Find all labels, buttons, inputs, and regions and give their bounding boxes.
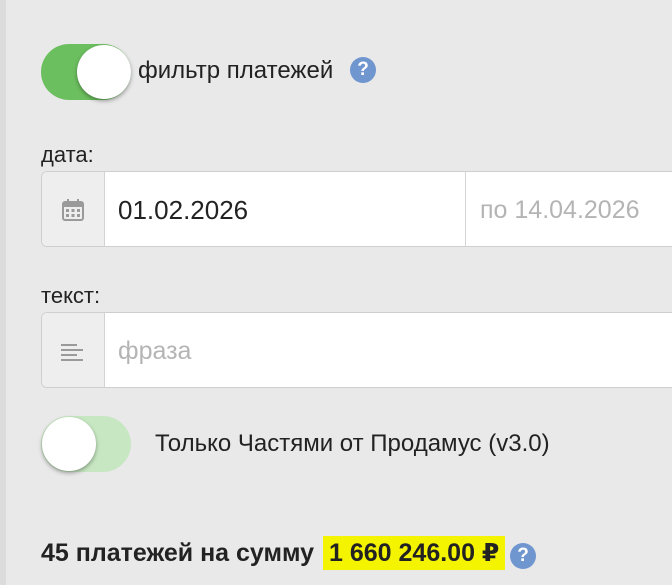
text-label: текст: bbox=[41, 283, 101, 308]
summary-amount: 1 660 246.00 ₽ bbox=[323, 536, 506, 570]
date-from-input[interactable]: 01.02.2026 bbox=[118, 195, 248, 226]
date-to-input[interactable]: по 14.04.2026 bbox=[480, 196, 640, 225]
payments-summary: 45 платежей на сумму 1 660 246.00 ₽ bbox=[41, 536, 506, 570]
installments-label: Только Частями от Продамус (v3.0) bbox=[155, 430, 550, 457]
installments-toggle[interactable] bbox=[41, 416, 131, 472]
toggle-knob bbox=[77, 45, 131, 99]
payments-filter-toggle[interactable] bbox=[41, 44, 131, 100]
text-phrase-input[interactable]: фраза bbox=[118, 337, 191, 366]
date-addon bbox=[42, 172, 105, 246]
payments-filter-label: фильтр платежей bbox=[138, 57, 334, 84]
filter-panel: фильтр платежей ? дата: 01.02.2026 по 14… bbox=[0, 0, 672, 585]
text-addon bbox=[42, 313, 105, 387]
calendar-icon bbox=[62, 199, 84, 221]
date-divider bbox=[465, 172, 466, 246]
text-search-field: фраза bbox=[41, 312, 672, 388]
summary-count-text: 45 платежей на сумму bbox=[41, 539, 315, 567]
date-label: дата: bbox=[41, 142, 94, 167]
help-icon[interactable]: ? bbox=[510, 543, 536, 569]
help-icon[interactable]: ? bbox=[350, 57, 376, 83]
lines-icon bbox=[61, 344, 83, 361]
date-range-field: 01.02.2026 по 14.04.2026 bbox=[41, 171, 672, 247]
toggle-knob bbox=[42, 417, 96, 471]
